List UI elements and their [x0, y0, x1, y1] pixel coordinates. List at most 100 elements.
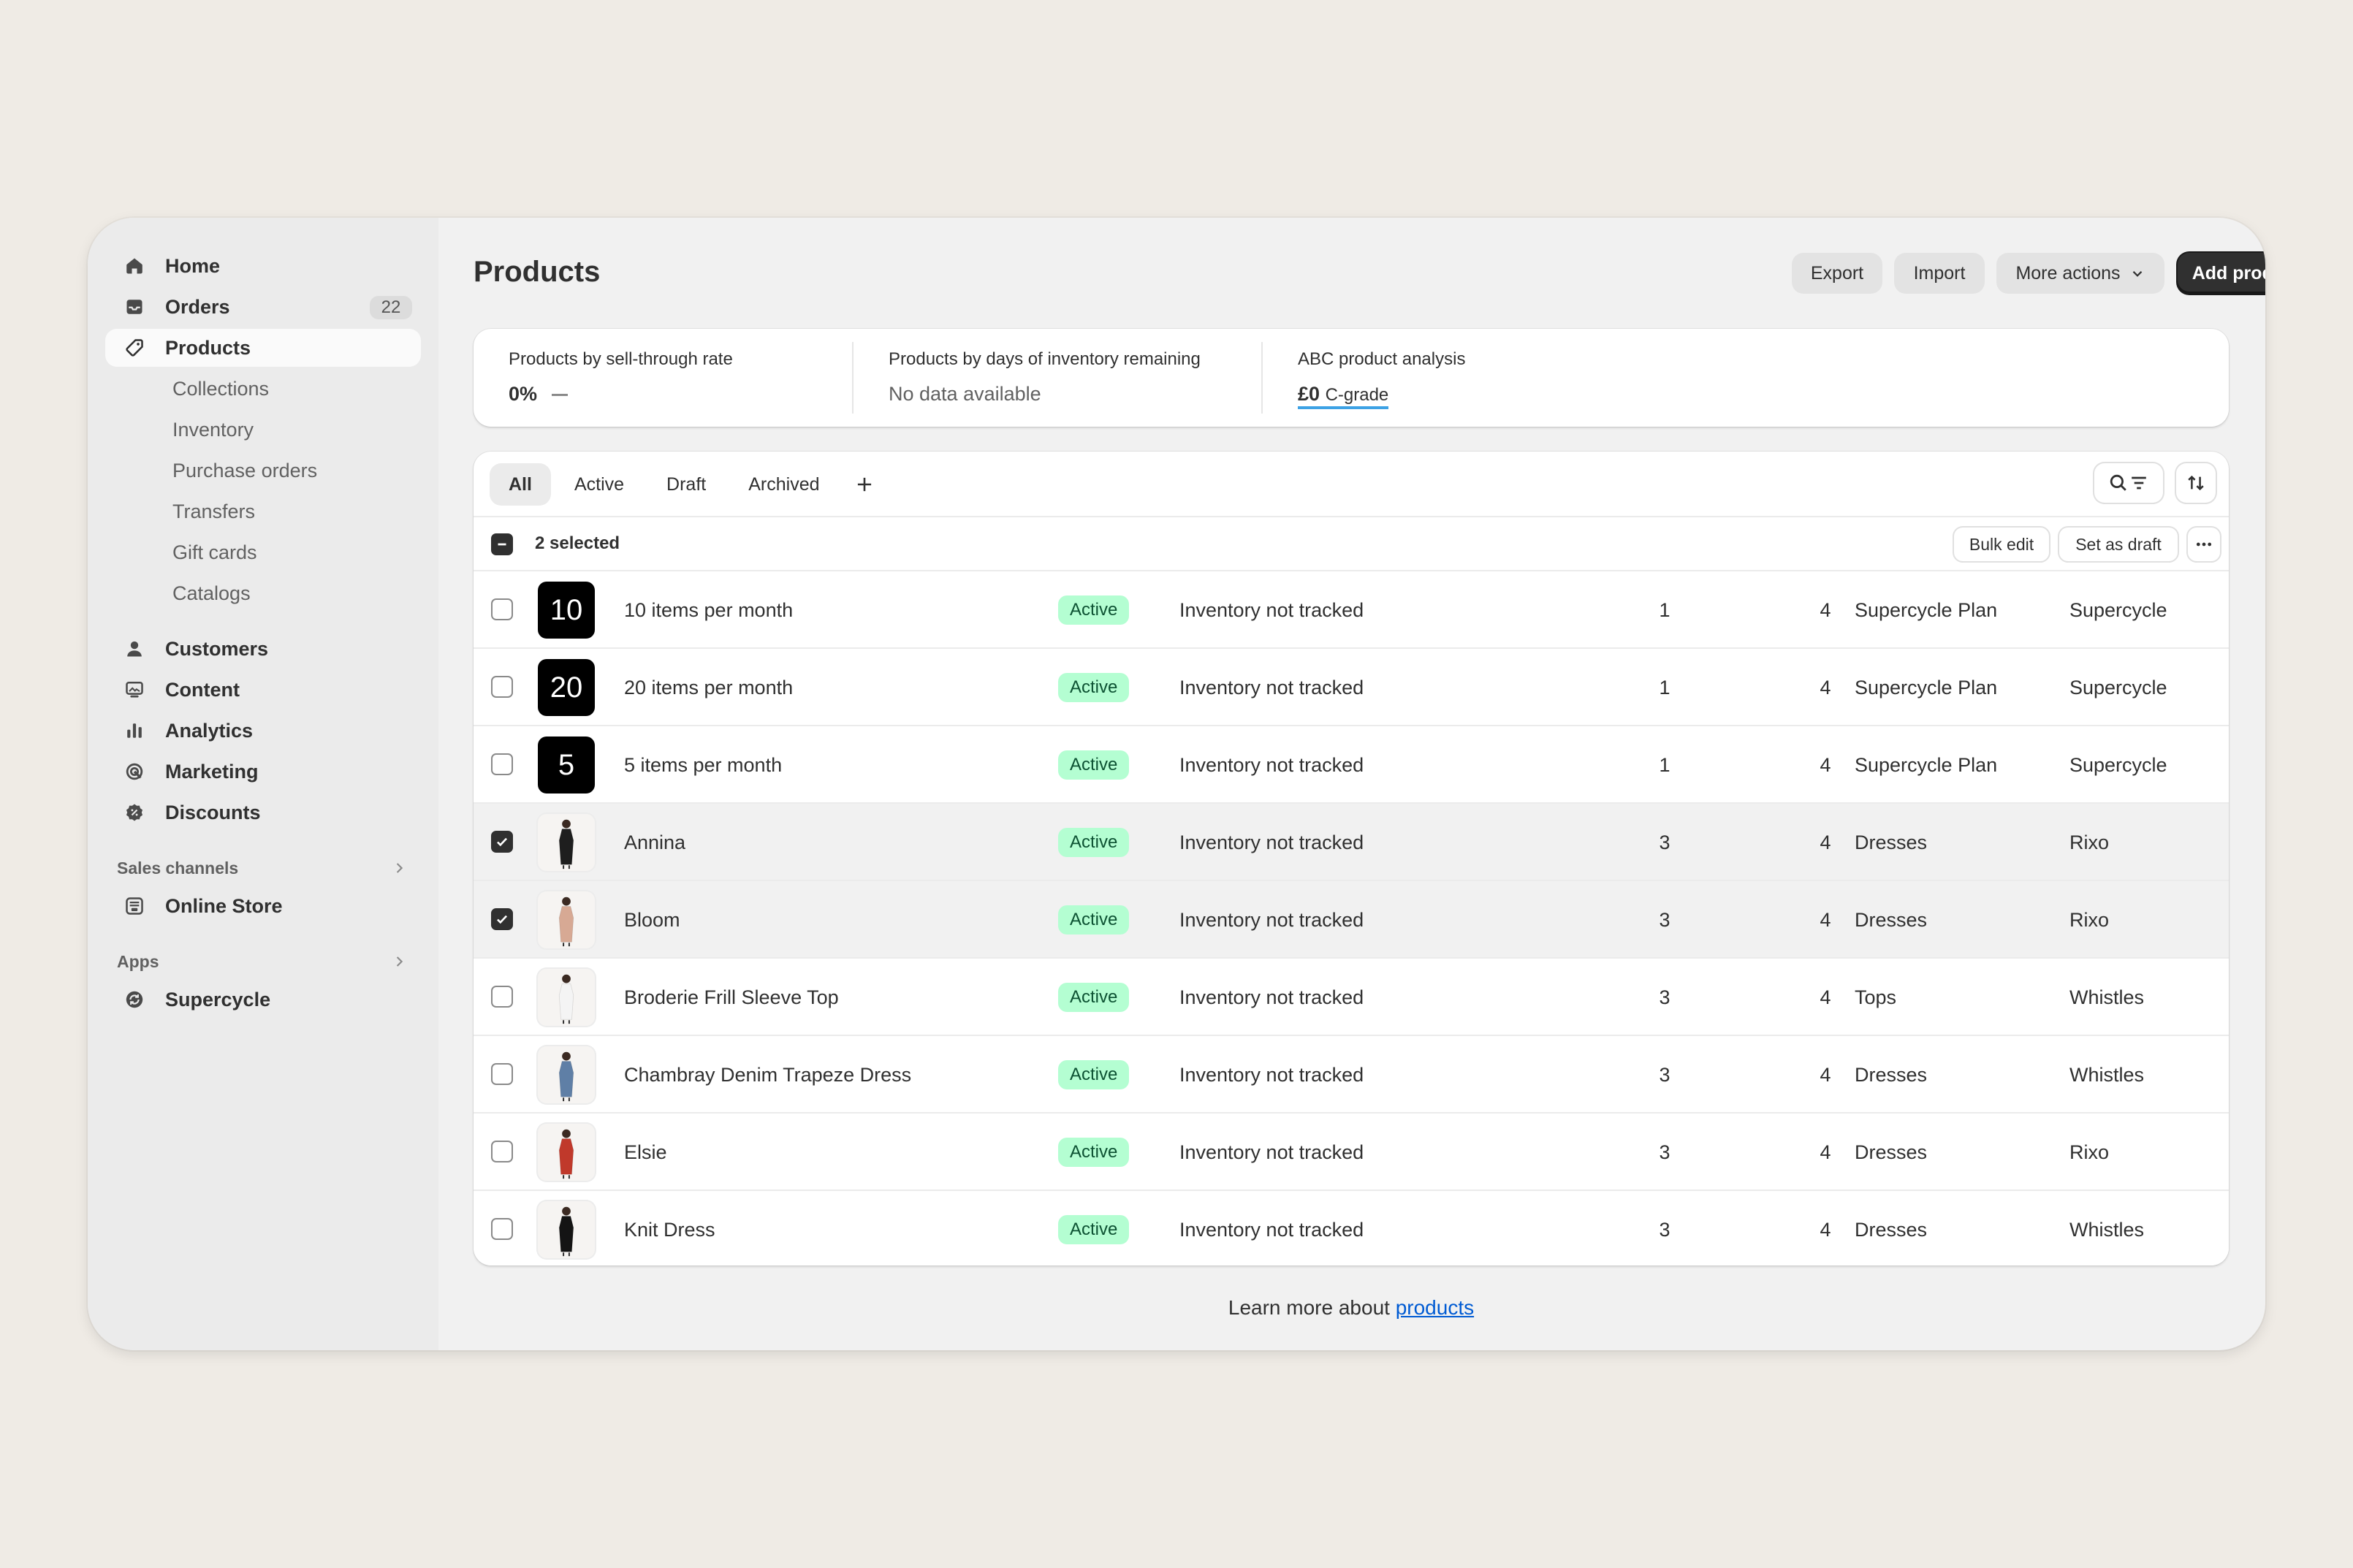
metric-label: Products by sell-through rate: [509, 349, 733, 369]
sidebar-item-products[interactable]: Products: [105, 329, 421, 367]
table-row[interactable]: Chambray Denim Trapeze Dress Active Inve…: [474, 1036, 2229, 1114]
product-photo: [558, 1129, 574, 1179]
product-name[interactable]: Chambray Denim Trapeze Dress: [624, 1036, 911, 1114]
sidebar-item-analytics[interactable]: Analytics: [105, 712, 421, 750]
product-category: Supercycle Plan: [1855, 598, 1998, 621]
table-row[interactable]: Bloom Active Inventory not tracked 3 4 D…: [474, 881, 2229, 959]
product-status: Active: [1058, 1036, 1130, 1114]
table-row[interactable]: Knit Dress Active Inventory not tracked …: [474, 1191, 2229, 1266]
sidebar-subitem-transfers[interactable]: Transfers: [105, 492, 421, 530]
product-thumbnail: 10: [538, 582, 595, 639]
sidebar-item-discounts[interactable]: Discounts: [105, 793, 421, 831]
product-name[interactable]: Broderie Frill Sleeve Top: [624, 959, 839, 1036]
status-badge: Active: [1058, 905, 1130, 935]
product-name[interactable]: Elsie: [624, 1114, 667, 1191]
sidebar-item-content[interactable]: Content: [105, 671, 421, 709]
minus-icon: [498, 543, 506, 546]
inventory-status: Inventory not tracked: [1179, 598, 1364, 621]
metric-sell-through[interactable]: Products by sell-through rate 0%: [509, 329, 837, 427]
add-view-button[interactable]: [843, 463, 886, 506]
checkmark-icon: [497, 915, 508, 924]
select-all-checkbox[interactable]: [491, 533, 513, 555]
import-button[interactable]: Import: [1894, 253, 1985, 294]
sidebar-subitem-collections[interactable]: Collections: [105, 370, 421, 408]
product-vendor: Whistles: [2069, 1218, 2145, 1241]
metric-label: ABC product analysis: [1298, 349, 1466, 369]
sidebar-item-marketing[interactable]: Marketing: [105, 753, 421, 791]
sales-channels-count: 3: [1659, 1063, 1670, 1086]
inventory-status: Inventory not tracked: [1179, 908, 1364, 931]
row-checkbox[interactable]: [491, 1063, 513, 1085]
sidebar-item-orders[interactable]: Orders 22: [105, 288, 421, 326]
row-checkbox[interactable]: [491, 598, 513, 620]
sidebar-item-home[interactable]: Home: [105, 247, 421, 285]
product-name[interactable]: 10 items per month: [624, 571, 793, 649]
product-thumbnail: [538, 891, 595, 948]
sales-channels-count: 1: [1659, 598, 1670, 621]
sidebar-item-supercycle[interactable]: Supercycle: [105, 981, 421, 1019]
row-checkbox[interactable]: [491, 1141, 513, 1162]
inbox-icon: [124, 297, 145, 317]
product-name[interactable]: 5 items per month: [624, 726, 782, 804]
export-button[interactable]: Export: [1792, 253, 1882, 294]
sidebar-item-online-store[interactable]: Online Store: [105, 887, 421, 925]
row-checkbox[interactable]: [491, 1218, 513, 1240]
search-filter-button[interactable]: [2094, 463, 2163, 503]
table-row[interactable]: Annina Active Inventory not tracked 3 4 …: [474, 804, 2229, 881]
sidebar-subitem-purchase-orders[interactable]: Purchase orders: [105, 452, 421, 490]
tab-draft[interactable]: Draft: [647, 463, 725, 506]
more-actions-button[interactable]: More actions: [1996, 253, 2164, 294]
bulk-edit-button[interactable]: Bulk edit: [1954, 528, 2049, 561]
metric-days-inventory[interactable]: Products by days of inventory remaining …: [889, 329, 1254, 427]
row-checkbox[interactable]: [491, 831, 513, 853]
inventory-status: Inventory not tracked: [1179, 986, 1364, 1008]
table-row[interactable]: 5 5 items per month Active Inventory not…: [474, 726, 2229, 804]
product-name[interactable]: Annina: [624, 804, 685, 881]
footer-text: Learn more about: [1228, 1296, 1396, 1319]
sidebar-subitem-gift-cards[interactable]: Gift cards: [105, 533, 421, 571]
markets-count: 4: [1820, 1218, 1831, 1241]
product-name[interactable]: 20 items per month: [624, 649, 793, 726]
person-icon: [124, 639, 145, 659]
product-name[interactable]: Bloom: [624, 881, 680, 959]
sidebar-subitem-inventory[interactable]: Inventory: [105, 411, 421, 449]
tab-all[interactable]: All: [490, 463, 551, 506]
markets-count: 4: [1820, 753, 1831, 776]
product-name[interactable]: Knit Dress: [624, 1191, 715, 1266]
sidebar-item-label: Content: [165, 678, 240, 701]
products-help-link[interactable]: products: [1396, 1296, 1474, 1319]
table-row[interactable]: Elsie Active Inventory not tracked 3 4 D…: [474, 1114, 2229, 1191]
product-status: Active: [1058, 804, 1130, 881]
products-table-card: All Active Draft Archived 2 selected Bul…: [474, 452, 2229, 1266]
set-as-draft-button[interactable]: Set as draft: [2059, 528, 2178, 561]
product-thumbnail: [538, 814, 595, 871]
tab-active[interactable]: Active: [555, 463, 643, 506]
markets-count: 4: [1820, 986, 1831, 1008]
sidebar-item-customers[interactable]: Customers: [105, 630, 421, 668]
row-checkbox[interactable]: [491, 986, 513, 1008]
add-product-button[interactable]: Add product: [2178, 253, 2265, 294]
product-vendor: Supercycle: [2069, 598, 2167, 621]
row-checkbox[interactable]: [491, 908, 513, 930]
apps-header[interactable]: Apps: [105, 943, 421, 981]
row-checkbox[interactable]: [491, 676, 513, 698]
sidebar-item-label: Online Store: [165, 894, 283, 917]
sidebar-item-label: Products: [165, 336, 251, 359]
footer-help: Learn more about products: [474, 1296, 2229, 1320]
more-bulk-actions-button[interactable]: [2188, 528, 2220, 561]
table-row[interactable]: 10 10 items per month Active Inventory n…: [474, 571, 2229, 649]
tab-archived[interactable]: Archived: [729, 463, 838, 506]
sidebar-subitem-catalogs[interactable]: Catalogs: [105, 574, 421, 612]
sales-channels-header[interactable]: Sales channels: [105, 849, 421, 887]
row-checkbox[interactable]: [491, 753, 513, 775]
sidebar-item-label: Marketing: [165, 760, 259, 783]
product-vendor: Supercycle: [2069, 676, 2167, 699]
table-row[interactable]: 20 20 items per month Active Inventory n…: [474, 649, 2229, 726]
metric-abc-analysis[interactable]: ABC product analysis £0 C-grade: [1298, 329, 1590, 427]
sidebar-item-label: Home: [165, 254, 221, 277]
chevron-right-icon: [396, 956, 403, 967]
table-row[interactable]: Broderie Frill Sleeve Top Active Invento…: [474, 959, 2229, 1036]
markets-count: 4: [1820, 676, 1831, 699]
sort-button[interactable]: [2176, 463, 2216, 503]
metric-label: Products by days of inventory remaining: [889, 349, 1201, 369]
